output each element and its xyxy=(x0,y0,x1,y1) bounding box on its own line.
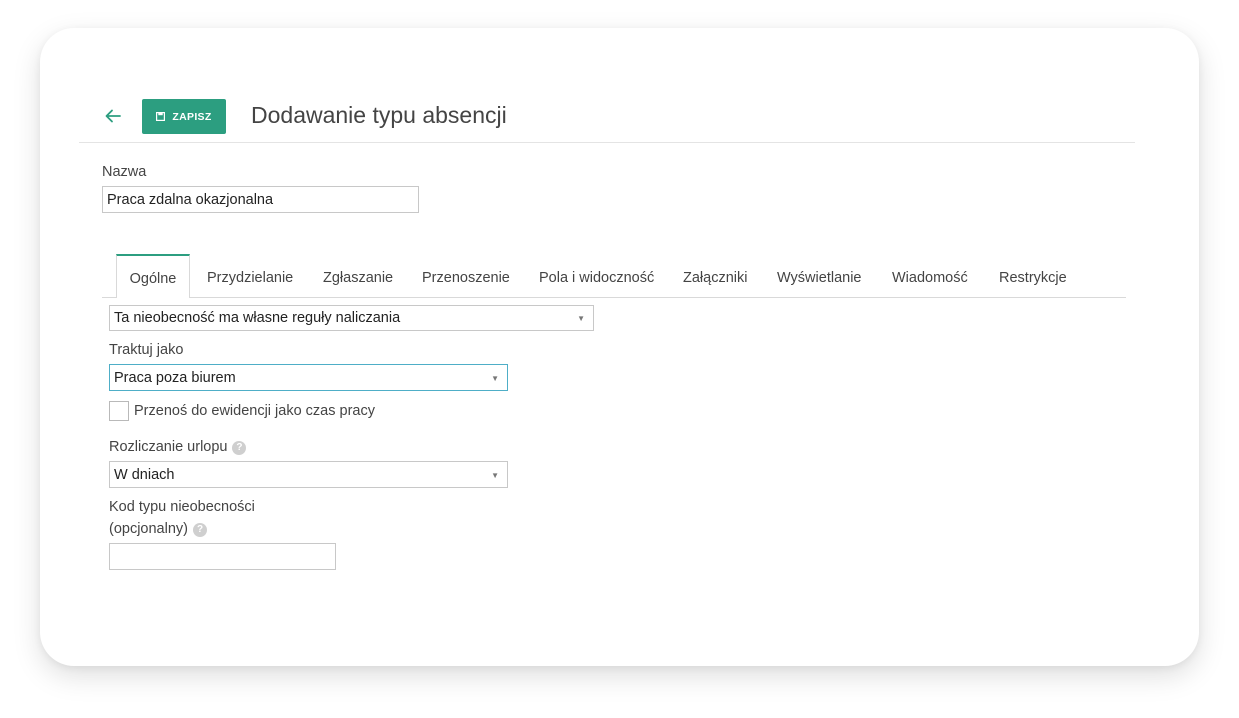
leave-settlement-value: W dniach xyxy=(114,466,175,483)
back-arrow-icon[interactable] xyxy=(104,107,122,125)
dropdown-caret-icon: ▼ xyxy=(577,313,585,323)
save-button[interactable]: ZAPISZ xyxy=(142,99,226,134)
dropdown-caret-icon: ▼ xyxy=(491,373,499,383)
tab-attachments[interactable]: Załączniki xyxy=(683,254,747,297)
dropdown-caret-icon: ▼ xyxy=(491,470,499,480)
tab-carryover[interactable]: Przenoszenie xyxy=(422,254,510,297)
page-title: Dodawanie typu absencji xyxy=(251,102,507,128)
save-button-label: ZAPISZ xyxy=(172,110,212,123)
tab-fields-visibility[interactable]: Pola i widoczność xyxy=(539,254,654,297)
floppy-disk-icon xyxy=(156,112,166,121)
absence-code-label-optional-row: (opcjonalny)? xyxy=(109,521,207,537)
treat-as-label: Traktuj jako xyxy=(109,342,184,358)
tab-general[interactable]: Ogólne xyxy=(116,254,190,298)
tab-message[interactable]: Wiadomość xyxy=(892,254,968,297)
name-input[interactable] xyxy=(102,186,419,213)
tab-bar: Ogólne Przydzielanie Zgłaszanie Przenosz… xyxy=(102,254,1126,298)
transfer-to-records-checkbox[interactable] xyxy=(109,401,129,421)
leave-settlement-label-row: Rozliczanie urlopu? xyxy=(109,439,247,455)
tab-restrictions[interactable]: Restrykcje xyxy=(999,254,1067,297)
absence-code-label: Kod typu nieobecności xyxy=(109,499,255,515)
tab-requesting[interactable]: Zgłaszanie xyxy=(323,254,393,297)
header-divider xyxy=(79,142,1135,143)
treat-as-select[interactable]: Praca poza biurem ▼ xyxy=(109,364,508,391)
accrual-rules-select[interactable]: Ta nieobecność ma własne reguły naliczan… xyxy=(109,305,594,331)
name-label: Nazwa xyxy=(102,164,147,180)
leave-settlement-select[interactable]: W dniach ▼ xyxy=(109,461,508,488)
help-icon[interactable]: ? xyxy=(232,440,247,455)
treat-as-value: Praca poza biurem xyxy=(114,369,236,386)
accrual-rules-value: Ta nieobecność ma własne reguły naliczan… xyxy=(114,310,401,326)
absence-code-input[interactable] xyxy=(109,543,336,570)
tab-assignment[interactable]: Przydzielanie xyxy=(207,254,293,297)
help-icon[interactable]: ? xyxy=(193,522,207,537)
absence-code-optional-label: (opcjonalny) xyxy=(109,521,188,537)
leave-settlement-label: Rozliczanie urlopu xyxy=(109,439,228,455)
tab-display[interactable]: Wyświetlanie xyxy=(777,254,861,297)
transfer-to-records-label: Przenoś do ewidencji jako czas pracy xyxy=(134,403,375,419)
